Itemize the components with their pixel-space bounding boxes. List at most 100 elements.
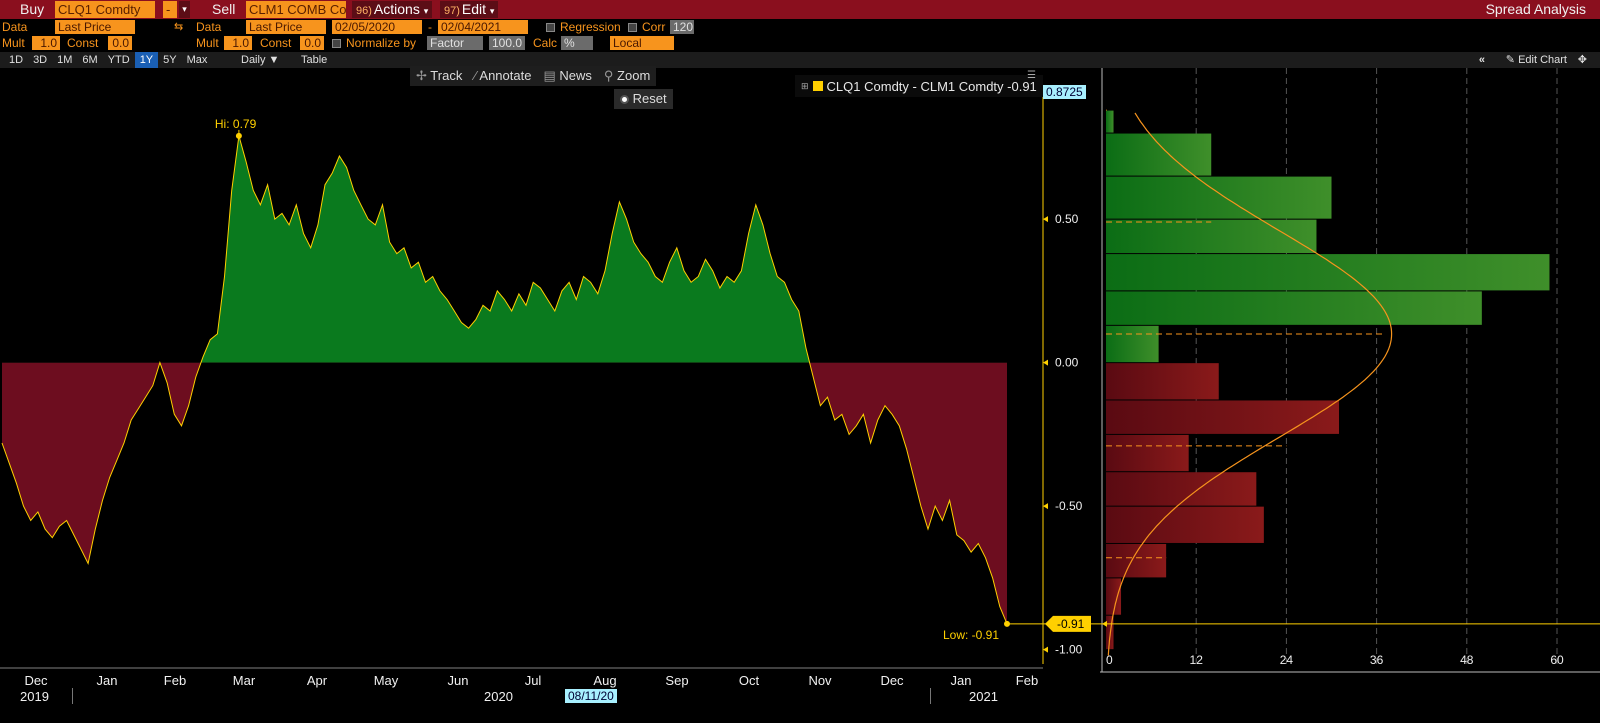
annotate-label: Annotate [479, 68, 532, 83]
spread-chart[interactable]: Hi: 0.79 Low: -0.91 0.50 0.00 -0.50 -1.00 -0.9… [0, 68, 1100, 688]
actions-label: Actions [373, 1, 420, 17]
range-button-max[interactable]: Max [182, 52, 213, 68]
normalize-label: Normalize by [346, 36, 417, 50]
chart-settings-icon[interactable]: ✥ [1573, 52, 1592, 68]
hist-last-value-marker [1102, 620, 1107, 627]
edit-chart-button[interactable]: ✎ Edit Chart [1501, 52, 1572, 68]
range-button-1d[interactable]: 1D [4, 52, 28, 68]
distribution-panel: 0 12 24 36 48 60 [1100, 68, 1600, 688]
hist-x-tick-label: 0 [1106, 653, 1113, 667]
x-month-label: Jun [448, 673, 469, 688]
top-bar: Buy CLQ1 Comdty - ▾ Sell CLM1 COMB Co 96… [0, 0, 1600, 19]
const-field-2[interactable]: 0.0 [300, 36, 324, 50]
hist-bar [1106, 325, 1159, 363]
y-tick-marker [1043, 503, 1048, 510]
y-tick-label: -1.00 [1055, 643, 1083, 657]
sell-ticker-field[interactable]: CLM1 COMB Co [246, 1, 346, 18]
frequency-dropdown[interactable]: Daily ▼ [236, 52, 284, 68]
x-month-label: Aug [593, 673, 616, 688]
hist-bar [1106, 133, 1212, 176]
calc-label: Calc [533, 36, 558, 50]
hist-bar [1106, 506, 1264, 543]
zoom-label: Zoom [617, 68, 651, 83]
legend-menu-icon[interactable]: ☰ [1027, 70, 1036, 81]
normalize-checkbox[interactable] [332, 39, 341, 48]
x-year-label: 2021 [969, 689, 998, 704]
spread-chart-svg: Hi: 0.79 Low: -0.91 0.50 0.00 -0.50 -1.00 -0.9… [0, 90, 1100, 688]
corr-checkbox[interactable] [628, 23, 637, 32]
negative-area [2, 362, 1007, 624]
start-date-field[interactable]: 02/05/2020 [332, 20, 422, 34]
chart-toolbar: ✢ Track ∕ Annotate ▤ News ⚲ Zoom [410, 66, 657, 86]
buy-dropdown-icon[interactable]: ▾ [179, 1, 190, 18]
range-button-5y[interactable]: 5Y [158, 52, 181, 68]
y-tick-label: -0.50 [1055, 499, 1083, 513]
table-button[interactable]: Table [296, 52, 332, 68]
mult-label-2: Mult [196, 36, 219, 50]
x-month-label: Mar [233, 673, 256, 688]
normalize-base-field[interactable]: 100.0 [489, 36, 525, 50]
buy-dash-field[interactable]: - [163, 1, 177, 18]
x-month-label: Feb [1016, 673, 1038, 688]
news-button[interactable]: ▤ News [537, 66, 598, 86]
low-label: Low: -0.91 [943, 628, 999, 642]
range-button-ytd[interactable]: YTD [103, 52, 135, 68]
regression-label: Regression [560, 20, 621, 34]
cursor-date-box: 08/11/20 [565, 689, 617, 703]
last-value-box: 0.8725 [1043, 85, 1086, 99]
end-date-field[interactable]: 02/04/2021 [438, 20, 528, 34]
edit-menu-button[interactable]: 97) Edit ▾ [440, 1, 499, 18]
zoom-button[interactable]: ⚲ Zoom [597, 66, 657, 86]
range-button-group: 1D 3D 1M 6M YTD 1Y 5Y Max [4, 52, 212, 68]
histogram-svg: 0 12 24 36 48 60 [1100, 68, 1600, 673]
series-swatch [812, 81, 823, 91]
corr-window-field[interactable]: 120 [670, 20, 694, 34]
normalize-method-field[interactable]: Factor [427, 36, 483, 50]
calc-field[interactable]: % [561, 36, 593, 50]
data-field-1[interactable]: Last Price [55, 20, 135, 34]
currency-field[interactable]: Local [610, 36, 674, 50]
y-tick-marker [1043, 646, 1048, 653]
range-button-6m[interactable]: 6M [77, 52, 102, 68]
const-field-1[interactable]: 0.0 [108, 36, 132, 50]
annotate-button[interactable]: ∕ Annotate [468, 66, 538, 86]
range-button-1m[interactable]: 1M [52, 52, 77, 68]
data-label-1: Data [2, 20, 28, 34]
mult-field-2[interactable]: 1.0 [224, 36, 252, 50]
expand-icon[interactable]: ⊞ [801, 81, 809, 92]
range-button-3d[interactable]: 3D [28, 52, 52, 68]
year-divider [72, 688, 73, 704]
hist-bar [1106, 176, 1332, 219]
reset-icon [620, 95, 629, 104]
collapse-icon[interactable]: « [1474, 52, 1490, 68]
swap-icon[interactable]: ⇆ [174, 20, 183, 33]
crosshair-icon: ✢ [416, 68, 427, 83]
reset-button[interactable]: Reset [614, 89, 673, 109]
hist-x-tick-label: 12 [1190, 653, 1204, 667]
hist-bar [1106, 578, 1122, 615]
mult-field-1[interactable]: 1.0 [32, 36, 60, 50]
x-month-label: Dec [880, 673, 904, 688]
hi-marker [235, 132, 242, 139]
x-month-label: Dec [24, 673, 48, 688]
edit-number: 97) [444, 5, 460, 17]
hist-bar [1106, 219, 1317, 254]
regression-checkbox[interactable] [546, 23, 555, 32]
chart-legend[interactable]: ⊞ CLQ1 Comdty - CLM1 Comdty -0.91 [795, 75, 1043, 97]
corr-label: Corr [642, 20, 666, 34]
actions-menu-button[interactable]: 96) Actions ▾ [352, 1, 433, 18]
data-field-2[interactable]: Last Price [246, 20, 326, 34]
chevron-down-icon: ▾ [423, 6, 429, 16]
hist-bar [1106, 543, 1167, 578]
track-button[interactable]: ✢ Track [410, 66, 469, 86]
last-value-label: -0.91 [1057, 617, 1085, 631]
hist-bar [1106, 291, 1482, 325]
buy-ticker-field[interactable]: CLQ1 Comdty [55, 1, 155, 18]
x-month-label: Sep [665, 673, 688, 688]
data-settings-row: Data Last Price ⇆ Data Last Price 02/05/… [0, 19, 1600, 35]
pencil-icon: ∕ [474, 68, 477, 83]
range-button-1y[interactable]: 1Y [134, 52, 159, 68]
y-tick-marker [1043, 216, 1048, 223]
hist-bar [1106, 434, 1189, 472]
x-year-label: 2020 [484, 689, 513, 704]
